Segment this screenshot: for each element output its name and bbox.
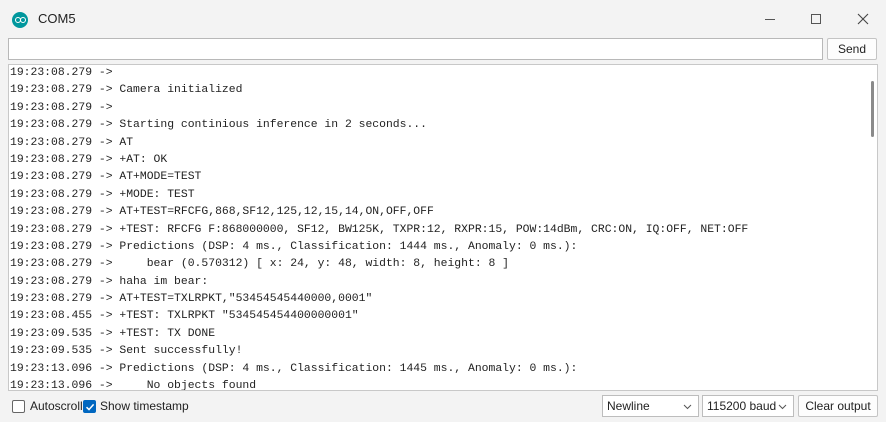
send-row: Send xyxy=(8,38,878,60)
window-title: COM5 xyxy=(38,11,76,26)
output-line: 19:23:08.279 -> +TEST: RFCFG F:868000000… xyxy=(10,223,749,236)
output-line: 19:23:08.279 -> xyxy=(10,101,120,114)
output-line: 19:23:13.096 -> Predictions (DSP: 4 ms.,… xyxy=(10,362,578,375)
chevron-down-icon xyxy=(683,404,692,410)
checkmark-icon xyxy=(85,403,95,411)
output-line: 19:23:08.279 -> +AT: OK xyxy=(10,153,168,166)
output-line: 19:23:08.279 -> bear (0.570312) [ x: 24,… xyxy=(10,258,509,271)
send-input[interactable] xyxy=(8,38,823,60)
title-bar: COM5 xyxy=(0,0,886,38)
output-line: 19:23:08.279 -> xyxy=(10,67,120,79)
output-line: 19:23:08.279 -> AT+TEST=TXLRPKT,"5345454… xyxy=(10,293,373,306)
output-line: 19:23:09.535 -> +TEST: TX DONE xyxy=(10,327,216,340)
arduino-logo-icon xyxy=(12,12,28,28)
output-line: 19:23:08.279 -> Camera initialized xyxy=(10,84,243,97)
output-line: 19:23:13.096 -> No objects found xyxy=(10,380,257,391)
clear-output-button[interactable]: Clear output xyxy=(798,395,878,417)
minimize-icon xyxy=(765,18,775,20)
output-line: 19:23:08.279 -> AT+TEST=RFCFG,868,SF12,1… xyxy=(10,206,434,219)
bottom-toolbar: Autoscroll Show timestamp Newline 115200… xyxy=(0,392,886,422)
vertical-scrollbar[interactable] xyxy=(870,73,875,389)
output-line: 19:23:08.455 -> +TEST: TXLRPKT "53454545… xyxy=(10,310,359,323)
baud-rate-value: 115200 baud xyxy=(707,399,777,413)
close-icon xyxy=(857,13,869,25)
output-line: 19:23:08.279 -> Predictions (DSP: 4 ms.,… xyxy=(10,240,578,253)
output-line: 19:23:08.279 -> AT xyxy=(10,136,134,149)
autoscroll-label[interactable]: Autoscroll xyxy=(30,399,83,413)
baud-rate-select[interactable]: 115200 baud xyxy=(702,395,794,417)
output-line: 19:23:08.279 -> +MODE: TEST xyxy=(10,188,195,201)
serial-output[interactable]: 19:23:08.279 -> 19:23:08.279 -> Camera i… xyxy=(8,64,878,391)
line-ending-select[interactable]: Newline xyxy=(602,395,699,417)
output-line: 19:23:09.535 -> Sent successfully! xyxy=(10,345,243,358)
maximize-button[interactable] xyxy=(793,0,839,38)
output-lines: 19:23:08.279 -> 19:23:08.279 -> Camera i… xyxy=(9,65,859,391)
show-timestamp-label[interactable]: Show timestamp xyxy=(100,399,189,413)
output-line: 19:23:08.279 -> haha im bear: xyxy=(10,275,209,288)
autoscroll-checkbox[interactable] xyxy=(12,400,25,413)
close-button[interactable] xyxy=(840,0,886,38)
output-line: 19:23:08.279 -> AT+MODE=TEST xyxy=(10,171,202,184)
output-line: 19:23:08.279 -> Starting continious infe… xyxy=(10,119,427,132)
scrollbar-thumb[interactable] xyxy=(871,81,874,137)
line-ending-value: Newline xyxy=(607,399,650,413)
chevron-down-icon xyxy=(778,404,787,410)
send-button[interactable]: Send xyxy=(827,38,877,60)
minimize-button[interactable] xyxy=(747,0,793,38)
maximize-icon xyxy=(811,14,821,24)
show-timestamp-checkbox[interactable] xyxy=(83,400,96,413)
